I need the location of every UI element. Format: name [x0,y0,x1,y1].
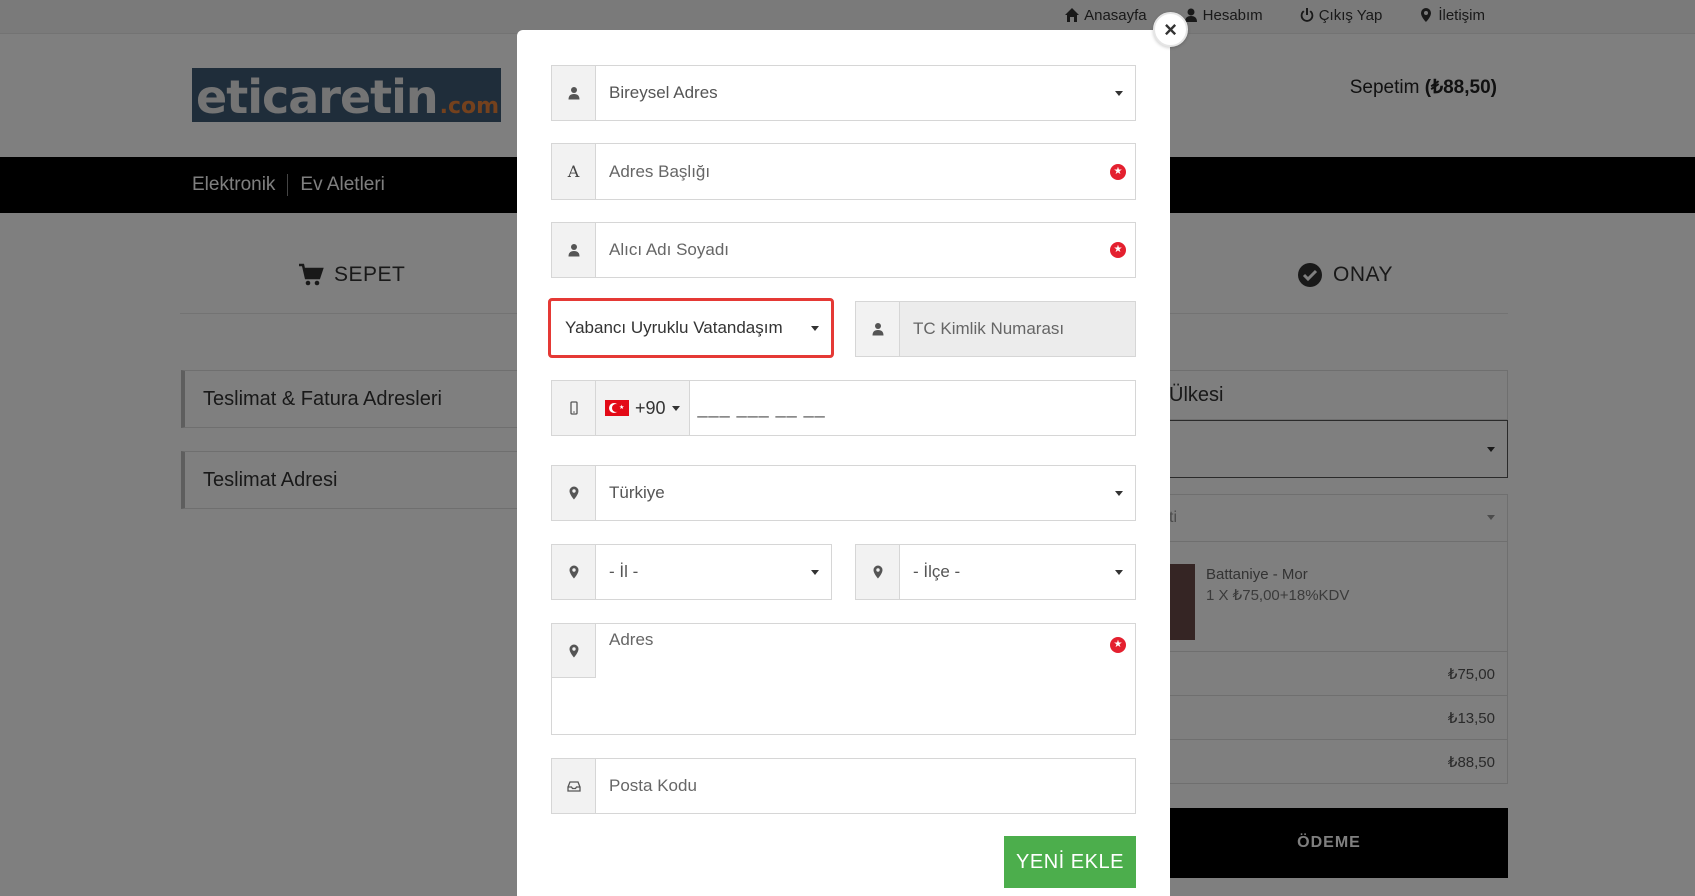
address-type-value: Bireysel Adres [609,83,718,102]
postal-code-addon [552,759,596,813]
recipient-name-field[interactable]: Alıcı Adı Soyadı ★ [551,222,1136,278]
chevron-down-icon [1115,491,1123,496]
address-addon [552,624,596,678]
province-select[interactable]: - İl - [551,544,832,600]
chevron-down-icon [811,326,819,331]
inbox-icon [566,781,581,792]
recipient-name-input[interactable]: Alıcı Adı Soyadı [596,223,1135,277]
chevron-down-icon [1115,570,1123,575]
postal-code-field[interactable]: Posta Kodu [551,758,1136,814]
country-code-dropdown[interactable]: ★ +90 [596,381,690,435]
address-textarea[interactable]: Adres ★ [551,623,1136,735]
user-icon [872,323,883,336]
address-title-field[interactable]: A Adres Başlığı ★ [551,143,1136,200]
font-icon: A [567,162,580,181]
address-placeholder: Adres [609,630,654,649]
country-field[interactable]: Türkiye [551,465,1136,521]
map-marker-icon [873,565,882,579]
tc-id-field[interactable]: TC Kimlik Numarası [855,301,1136,357]
turkey-flag-icon: ★ [605,400,629,416]
province-value: - İl - [609,562,639,581]
required-icon: ★ [1110,242,1126,258]
citizenship-value: Yabancı Uyruklu Vatandaşım [565,318,783,337]
phone-input[interactable]: ___ ___ __ __ [690,381,1135,435]
district-addon [856,545,900,599]
close-icon[interactable]: × [1153,12,1188,47]
chevron-down-icon [671,405,680,411]
province-addon [552,545,596,599]
chevron-down-icon [811,570,819,575]
phone-field[interactable]: ★ +90 ___ ___ __ __ [551,380,1136,436]
district-value: - İlçe - [913,562,961,581]
dial-code: +90 [635,397,666,418]
address-type-select[interactable]: Bireysel Adres [551,65,1136,121]
chevron-down-icon [1115,91,1123,96]
address-title-input[interactable]: Adres Başlığı [596,144,1135,199]
required-icon: ★ [1110,637,1126,653]
phone-mask: ___ ___ __ __ [697,397,826,418]
citizenship-select[interactable]: Yabancı Uyruklu Vatandaşım [548,298,834,358]
map-marker-icon [569,565,578,579]
country-addon [552,466,596,520]
map-marker-icon [569,644,578,657]
address-title-addon: A [552,144,596,199]
postal-code-input[interactable]: Posta Kodu [596,759,1135,813]
mobile-phone-icon [569,401,578,415]
user-icon [568,87,579,100]
country-value: Türkiye [609,483,665,502]
phone-addon [552,381,596,435]
tc-id-input[interactable]: TC Kimlik Numarası [900,302,1135,356]
required-icon: ★ [1110,163,1126,180]
user-icon [568,244,579,257]
recipient-name-addon [552,223,596,277]
add-new-button[interactable]: YENİ EKLE [1004,836,1136,888]
address-type-addon [552,66,596,120]
tc-id-addon [856,302,900,356]
map-marker-icon [569,486,578,500]
district-select[interactable]: - İlçe - [855,544,1136,600]
